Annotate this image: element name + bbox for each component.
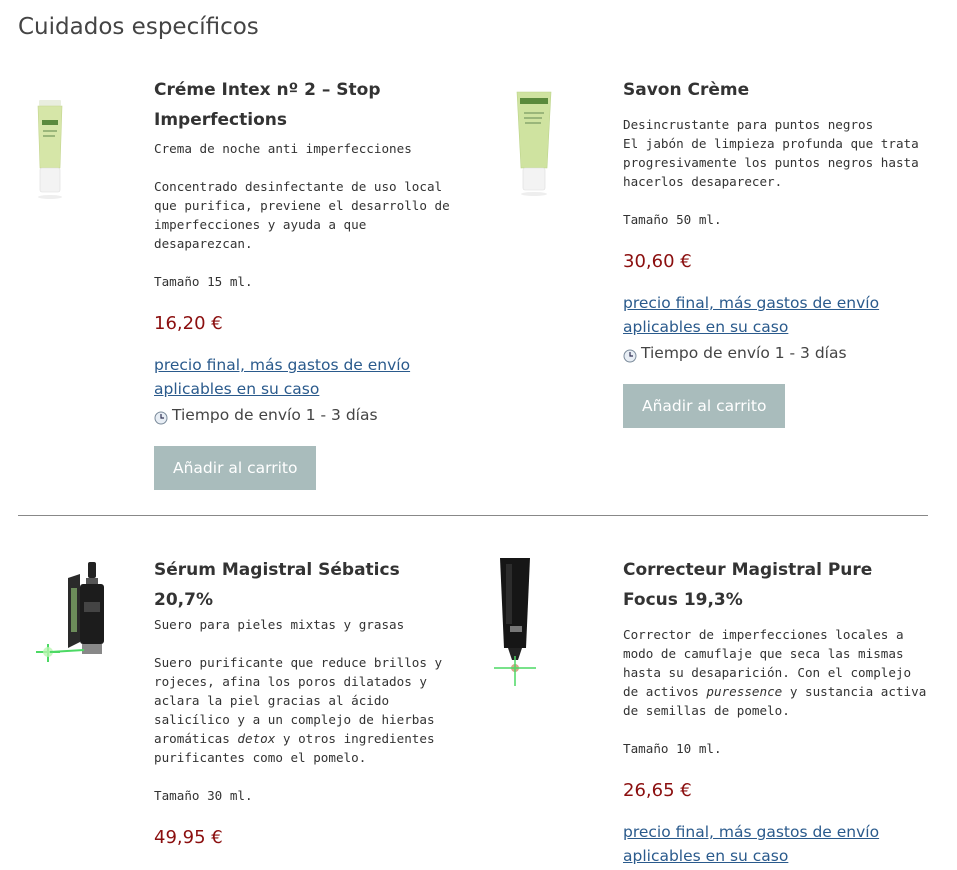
product-image-serum-sebatics[interactable]	[30, 558, 110, 670]
product-image-savon-creme[interactable]	[514, 88, 554, 200]
section-divider	[18, 515, 928, 516]
product-price: 16,20 €	[154, 313, 223, 334]
product-name[interactable]: Correcteur Magistral Pure Focus 19,3%	[623, 555, 928, 615]
product-price: 26,65 €	[623, 780, 692, 801]
clock-icon	[154, 408, 168, 425]
clock-icon	[623, 346, 637, 363]
product-card-correcteur-pure-focus: Correcteur Magistral Pure Focus 19,3% Co…	[623, 555, 928, 870]
product-subtitle: Suero para pieles mixtas y grasas	[154, 617, 405, 632]
product-price: 30,60 €	[623, 251, 692, 272]
description-italic: puressence	[706, 684, 783, 699]
shipping-costs-link[interactable]: precio final, más gastos de envío aplica…	[154, 353, 459, 401]
add-to-cart-button[interactable]: Añadir al carrito	[154, 446, 317, 490]
shipping-time: Tiempo de envío 1 - 3 días	[154, 403, 459, 427]
description-italic: detox	[237, 731, 276, 746]
product-description: Corrector de imperfecciones locales a mo…	[623, 625, 928, 720]
product-size: Tamaño 15 ml.	[154, 274, 253, 289]
product-description: El jabón de limpieza profunda que trata …	[623, 136, 919, 189]
shipping-time: Tiempo de envío 1 - 3 días	[623, 341, 928, 365]
product-subtitle: Desincrustante para puntos negros	[623, 117, 874, 132]
page: Cuidados específicos Créme Intex nº 2 – …	[0, 0, 957, 865]
shipping-costs-link[interactable]: precio final, más gastos de envío aplica…	[623, 820, 928, 868]
product-size: Tamaño 10 ml.	[623, 741, 722, 756]
product-name[interactable]: Savon Crème	[623, 75, 928, 105]
product-size: Tamaño 30 ml.	[154, 788, 253, 803]
product-name[interactable]: Sérum Magistral Sébatics 20,7%	[154, 555, 459, 615]
section-title: Cuidados específicos	[18, 14, 259, 40]
product-image-correcteur-pure-focus[interactable]	[490, 556, 540, 690]
shipping-time-label: Tiempo de envío 1 - 3 días	[172, 406, 378, 424]
product-card-serum-sebatics: Sérum Magistral Sébatics 20,7% Suero par…	[154, 555, 459, 867]
product-subtitle: Crema de noche anti imperfecciones	[154, 141, 412, 156]
product-card-savon-creme: Savon Crème Desincrustante para puntos n…	[623, 75, 928, 428]
add-to-cart-button[interactable]: Añadir al carrito	[623, 384, 786, 428]
product-size: Tamaño 50 ml.	[623, 212, 722, 227]
product-card-creme-intex: Créme Intex nº 2 – Stop Imperfections Cr…	[154, 75, 459, 490]
product-image-creme-intex[interactable]	[30, 98, 70, 202]
product-name[interactable]: Créme Intex nº 2 – Stop Imperfections	[154, 75, 459, 135]
shipping-costs-link[interactable]: precio final, más gastos de envío aplica…	[623, 291, 928, 339]
product-description: Concentrado desinfectante de uso local q…	[154, 179, 450, 251]
shipping-time-label: Tiempo de envío 1 - 3 días	[641, 344, 847, 362]
product-description: Suero purificante que reduce brillos y r…	[154, 653, 459, 767]
product-price: 49,95 €	[154, 827, 223, 848]
